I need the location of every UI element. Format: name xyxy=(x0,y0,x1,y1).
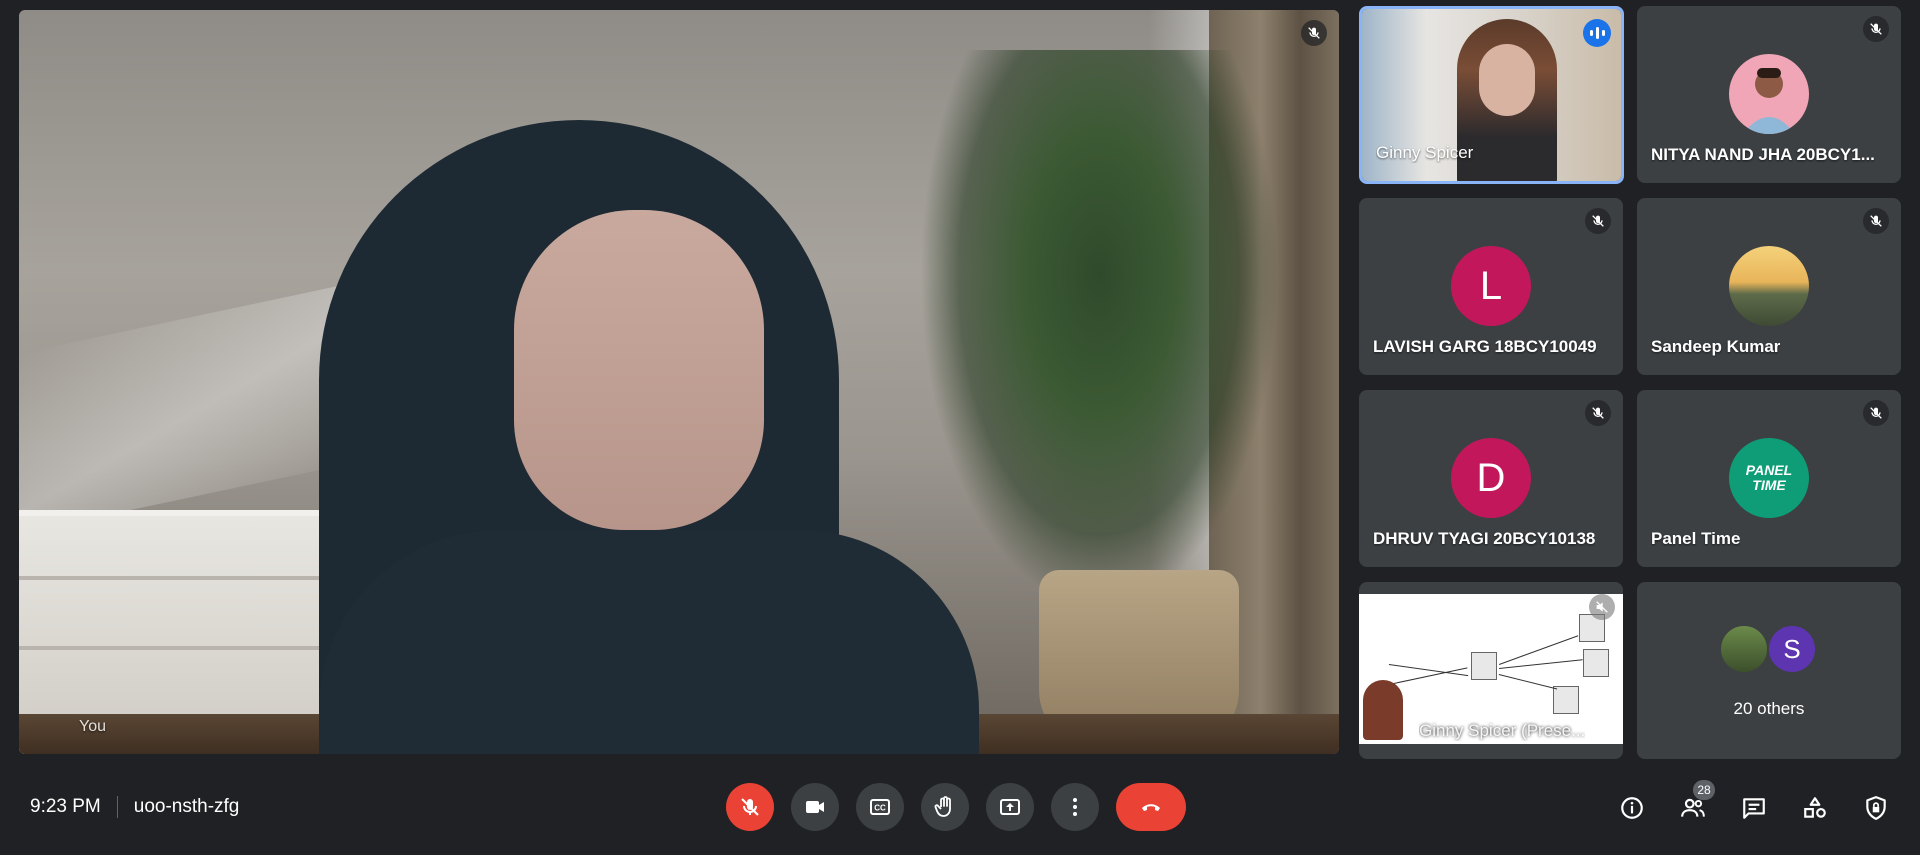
participant-name: LAVISH GARG 18BCY10049 xyxy=(1373,337,1597,356)
speaking-indicator-icon xyxy=(1583,19,1611,47)
participant-name: DHRUV TYAGI 20BCY10138 xyxy=(1373,529,1596,548)
meeting-details-button[interactable] xyxy=(1618,794,1646,822)
participant-tile-dhruv[interactable]: D DHRUV TYAGI 20BCY10138 xyxy=(1359,390,1623,567)
avatar: S xyxy=(1767,624,1817,674)
audio-muted-icon xyxy=(1589,594,1615,620)
meeting-code[interactable]: uoo-nsth-zfg xyxy=(134,796,240,818)
mic-off-icon xyxy=(1863,208,1889,234)
meeting-tools: 28 xyxy=(1585,780,1890,822)
mic-off-icon xyxy=(1863,400,1889,426)
participant-tile-nitya[interactable]: NITYA NAND JHA 20BCY1... xyxy=(1637,6,1901,183)
host-controls-icon xyxy=(1866,796,1886,820)
meeting-stage: You Ginny Spicer NITYA NAND JHA 20BCY1..… xyxy=(0,0,1920,760)
clock: 9:23 PM xyxy=(30,796,101,817)
meeting-info: 9:23 PM uoo-nsth-zfg xyxy=(30,796,239,818)
present-now-button[interactable] xyxy=(986,783,1034,831)
others-avatars: S xyxy=(1719,624,1817,674)
raise-hand-icon xyxy=(934,796,951,817)
self-label: You xyxy=(79,718,106,735)
call-controls: CC xyxy=(726,783,1203,831)
mic-off-icon xyxy=(1585,400,1611,426)
mic-toggle-button[interactable] xyxy=(726,783,774,831)
presentation-tile[interactable]: Ginny Spicer (Prese... xyxy=(1359,582,1623,759)
others-tile[interactable]: S 20 others xyxy=(1637,582,1901,759)
participant-tile-ginny-spicer[interactable]: Ginny Spicer xyxy=(1359,6,1624,184)
bottom-control-bar: 9:23 PM uoo-nsth-zfg CC 28 xyxy=(0,760,1920,855)
avatar: L xyxy=(1451,246,1531,326)
presentation-label: Ginny Spicer (Prese... xyxy=(1419,721,1586,740)
avatar xyxy=(1719,624,1769,674)
info-icon xyxy=(1621,797,1643,819)
svg-text:CC: CC xyxy=(874,804,886,813)
participant-tile-sandeep[interactable]: Sandeep Kumar xyxy=(1637,198,1901,375)
end-call-icon xyxy=(1142,804,1160,811)
more-options-icon xyxy=(1073,798,1077,816)
camera-icon xyxy=(806,801,824,813)
divider xyxy=(116,796,118,818)
mic-off-icon xyxy=(1301,20,1327,46)
self-video-tile[interactable]: You xyxy=(19,10,1339,754)
participant-tile-lavish[interactable]: L LAVISH GARG 18BCY10049 xyxy=(1359,198,1623,375)
avatar xyxy=(1729,54,1809,134)
participant-name: Sandeep Kumar xyxy=(1651,337,1781,356)
more-options-button[interactable] xyxy=(1051,783,1099,831)
host-controls-button[interactable] xyxy=(1862,794,1890,822)
plant xyxy=(919,50,1279,610)
participant-tile-panel-time[interactable]: PANEL TIME Panel Time xyxy=(1637,390,1901,567)
participant-name: NITYA NAND JHA 20BCY1... xyxy=(1651,145,1875,164)
activities-button[interactable] xyxy=(1801,794,1829,822)
participant-name: Ginny Spicer xyxy=(1376,143,1474,162)
chat-icon xyxy=(1743,798,1765,819)
mic-off-icon xyxy=(1585,208,1611,234)
show-everyone-button[interactable]: 28 xyxy=(1679,780,1715,822)
participant-name: Panel Time xyxy=(1651,529,1741,548)
avatar: D xyxy=(1451,438,1531,518)
captions-button[interactable]: CC xyxy=(856,783,904,831)
chat-button[interactable] xyxy=(1740,794,1768,822)
others-count-label: 20 others xyxy=(1733,699,1805,718)
captions-icon: CC xyxy=(870,799,890,815)
panel-time-logo: PANEL TIME xyxy=(1729,438,1809,518)
raise-hand-button[interactable] xyxy=(921,783,969,831)
leave-call-button[interactable] xyxy=(1116,783,1186,831)
mic-off-icon xyxy=(741,798,759,816)
present-icon xyxy=(1000,799,1020,815)
activities-icon xyxy=(1804,797,1826,818)
avatar xyxy=(1729,246,1809,326)
people-count-badge: 28 xyxy=(1693,780,1715,800)
camera-toggle-button[interactable] xyxy=(791,783,839,831)
mic-off-icon xyxy=(1863,16,1889,42)
